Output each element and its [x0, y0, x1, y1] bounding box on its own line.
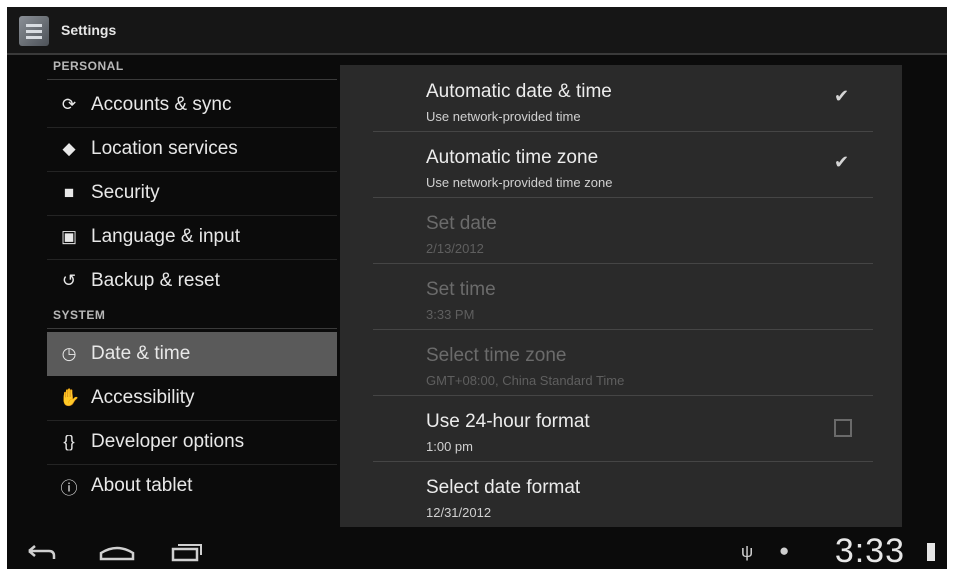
row-title: Automatic date & time [426, 81, 612, 102]
row-summary: 3:33 PM [426, 307, 475, 322]
system-header: SYSTEM [53, 308, 106, 322]
usb-icon: ψ [741, 542, 754, 561]
clock-icon: ◷ [61, 344, 77, 363]
checkmark-icon[interactable]: ✔ [834, 87, 852, 105]
sidebar-item-language-input[interactable]: ▣ Language & input [47, 215, 337, 259]
sync-icon: ⟳ [61, 95, 77, 114]
date-time-settings-panel: Automatic date & time Use network-provid… [340, 65, 902, 527]
home-icon[interactable] [97, 541, 137, 563]
sidebar-item-date-time[interactable]: ◷ Date & time [47, 332, 337, 376]
sidebar-item-label: About tablet [91, 475, 193, 496]
action-bar: Settings [7, 7, 947, 55]
sidebar-item-label: Accessibility [91, 387, 195, 408]
sidebar-item-security[interactable]: ■ Security [47, 171, 337, 215]
section-divider [47, 328, 337, 329]
sidebar-item-label: Date & time [91, 343, 191, 364]
braces-icon: {} [63, 432, 75, 451]
settings-icon[interactable] [19, 16, 49, 46]
settings-categories: PERSONAL ⟳ Accounts & sync ◆ Location se… [47, 55, 337, 505]
row-summary: 2/13/2012 [426, 241, 484, 256]
select-time-zone-row: Select time zone GMT+08:00, China Standa… [340, 329, 902, 393]
status-clock: 3:33 [834, 532, 905, 569]
sidebar-item-label: Security [91, 182, 160, 203]
row-summary: GMT+08:00, China Standard Time [426, 373, 625, 388]
app-title: Settings [61, 22, 117, 38]
row-title: Set date [426, 213, 497, 234]
checkmark-icon[interactable]: ✔ [834, 153, 852, 171]
sidebar-item-accessibility[interactable]: ✋ Accessibility [47, 376, 337, 420]
sidebar-item-location-services[interactable]: ◆ Location services [47, 127, 337, 171]
info-icon: ⓘ [60, 478, 78, 498]
automatic-time-zone-row[interactable]: Automatic time zone Use network-provided… [340, 131, 902, 195]
use-24-hour-format-row[interactable]: Use 24-hour format 1:00 pm [340, 395, 902, 459]
sidebar-item-label: Location services [91, 138, 238, 159]
row-title: Use 24-hour format [426, 411, 590, 432]
recent-apps-icon[interactable] [169, 541, 205, 563]
sidebar-item-label: Accounts & sync [91, 94, 232, 115]
location-icon: ◆ [62, 139, 76, 158]
select-date-format-row[interactable]: Select date format 12/31/2012 [340, 461, 902, 525]
accessibility-icon: ✋ [59, 388, 81, 407]
keyboard-icon: ▣ [60, 227, 78, 246]
section-divider [47, 79, 337, 80]
automatic-date-time-row[interactable]: Automatic date & time Use network-provid… [340, 65, 902, 129]
system-bar: ψ ● 3:33 [7, 532, 947, 569]
row-summary: Use network-provided time zone [426, 175, 613, 190]
row-title: Automatic time zone [426, 147, 599, 168]
sidebar-item-developer-options[interactable]: {} Developer options [47, 420, 337, 464]
set-time-row: Set time 3:33 PM [340, 263, 902, 327]
checkbox-unchecked[interactable] [834, 419, 852, 437]
battery-icon [927, 543, 935, 561]
row-title: Select time zone [426, 345, 567, 366]
backup-icon: ↺ [61, 271, 77, 290]
personal-header: PERSONAL [53, 59, 124, 73]
row-title: Select date format [426, 477, 581, 498]
back-icon[interactable] [25, 541, 57, 563]
row-title: Set time [426, 279, 496, 300]
tablet-screen: Settings PERSONAL ⟳ Accounts & sync ◆ Lo… [7, 7, 947, 569]
row-summary: Use network-provided time [426, 109, 581, 124]
sidebar-item-backup-reset[interactable]: ↺ Backup & reset [47, 259, 337, 303]
sidebar-item-label: Developer options [91, 431, 245, 452]
sidebar-item-label: Language & input [91, 226, 240, 247]
set-date-row: Set date 2/13/2012 [340, 197, 902, 261]
android-icon: ● [779, 541, 790, 560]
sidebar-item-accounts-sync[interactable]: ⟳ Accounts & sync [47, 83, 337, 127]
lock-icon: ■ [63, 183, 75, 202]
row-summary: 12/31/2012 [426, 505, 492, 520]
sidebar-item-label: Backup & reset [91, 270, 220, 291]
row-summary: 1:00 pm [426, 439, 473, 454]
sidebar-item-about-tablet[interactable]: ⓘ About tablet [47, 464, 337, 508]
